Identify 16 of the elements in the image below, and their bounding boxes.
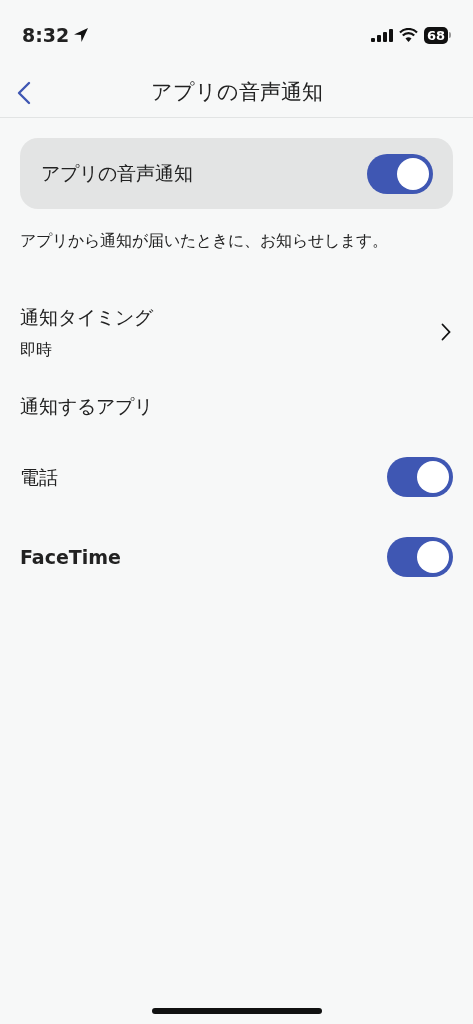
master-toggle[interactable] xyxy=(367,153,433,194)
wifi-icon xyxy=(398,28,418,42)
location-arrow-icon xyxy=(73,27,90,43)
app-toggle[interactable] xyxy=(387,457,453,497)
battery-indicator: 68 xyxy=(423,26,448,44)
section-title: 通知するアプリ xyxy=(20,393,154,419)
app-name: 電話 xyxy=(20,464,58,490)
app-name: FaceTime xyxy=(20,544,121,570)
status-time: 8:32 xyxy=(22,22,70,48)
app-toggle[interactable] xyxy=(387,537,453,577)
page-title: アプリの音声通知 xyxy=(150,78,323,106)
description-text: アプリから通知が届いたときに、お知らせします。 xyxy=(20,230,389,252)
master-toggle-label: アプリの音声通知 xyxy=(41,161,193,187)
chevron-right-icon xyxy=(441,323,451,342)
signal-icon xyxy=(370,28,393,42)
timing-row[interactable]: 通知タイミング 即時 xyxy=(20,303,453,362)
